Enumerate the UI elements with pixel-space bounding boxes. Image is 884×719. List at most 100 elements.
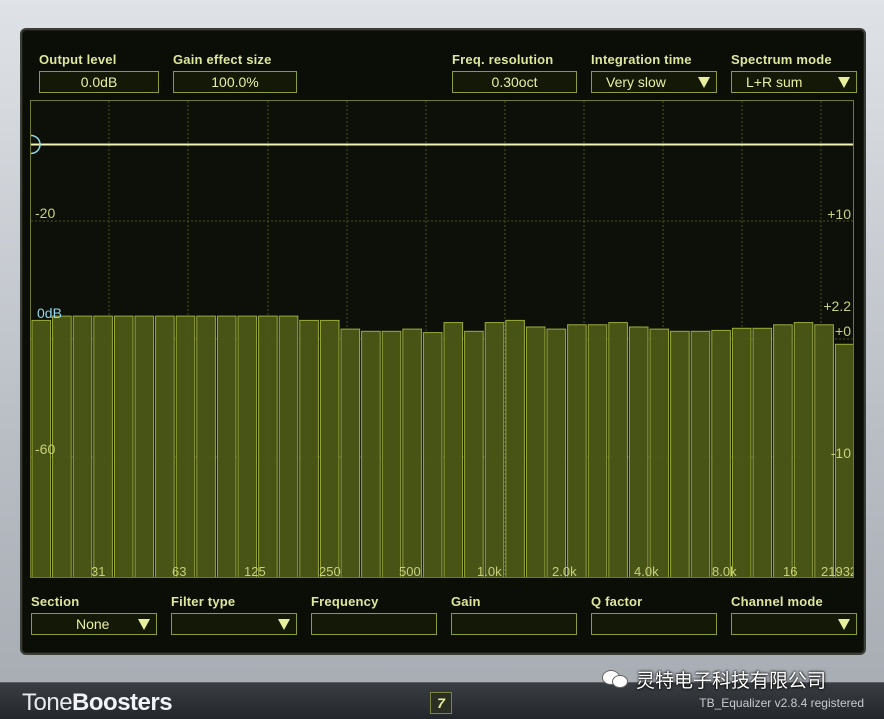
frequency-field[interactable] xyxy=(311,613,437,635)
watermark: 灵特电子科技有限公司 xyxy=(598,664,834,694)
freq-resolution-label: Freq. resolution xyxy=(452,52,554,67)
filter-type-control: Filter type xyxy=(171,594,297,636)
spectrum-bar xyxy=(525,326,546,577)
right-axis-label: -10 xyxy=(831,445,851,461)
spectrum-mode-value: L+R sum xyxy=(746,74,803,90)
chevron-down-icon xyxy=(838,76,850,88)
right-axis-label: +2.2 xyxy=(823,298,851,314)
logo-text-bold: Boosters xyxy=(72,689,173,716)
plugin-window: Output level 0.0dB Gain effect size 100.… xyxy=(0,0,884,719)
freq-resolution-field[interactable]: 0.30oct xyxy=(452,71,577,93)
output-level-control: Output level 0.0dB xyxy=(39,52,159,94)
spectrum-bar xyxy=(567,324,587,577)
section-value: None xyxy=(76,616,110,632)
spectrum-bar xyxy=(546,328,567,577)
spectrum-bar xyxy=(402,328,422,577)
chevron-down-icon xyxy=(698,76,710,88)
spectrum-bar xyxy=(752,327,773,577)
spectrum-bar xyxy=(505,319,525,577)
spectrum-bar xyxy=(608,322,628,577)
spectrum-bar xyxy=(319,319,340,577)
x-tick-label: 125 xyxy=(244,564,266,578)
spectrum-bar xyxy=(670,330,690,577)
gain-effect-size-label: Gain effect size xyxy=(173,52,272,67)
x-tick-label: 1.0k xyxy=(477,564,502,578)
gain-effect-size-control: Gain effect size 100.0% xyxy=(173,52,297,94)
chevron-down-icon xyxy=(138,618,150,630)
spectrum-bar xyxy=(52,315,72,577)
gain-field[interactable] xyxy=(451,613,577,635)
frequency-label: Frequency xyxy=(311,594,379,609)
x-tick-label: 16 xyxy=(783,564,797,578)
integration-time-label: Integration time xyxy=(591,52,692,67)
left-axis-label: -60 xyxy=(35,441,55,457)
spectrum-bar xyxy=(773,324,793,577)
q-factor-label: Q factor xyxy=(591,594,643,609)
spectrum-bar xyxy=(299,319,319,577)
spectrum-bar xyxy=(649,328,670,577)
channel-mode-dropdown[interactable] xyxy=(731,613,857,635)
gain-label: Gain xyxy=(451,594,481,609)
spectrum-mode-dropdown[interactable]: L+R sum xyxy=(731,71,857,93)
spectrum-display[interactable]: -20 0dB -60 +10 +2.2 +0 -10 31 63 125 250 500 1.0k 2.… xyxy=(30,100,854,578)
spectrum-bar xyxy=(464,330,484,577)
channel-mode-label: Channel mode xyxy=(731,594,823,609)
integration-time-value: Very slow xyxy=(606,74,666,90)
spectrum-bar xyxy=(340,328,361,577)
left-axis-label: 0dB xyxy=(37,305,62,321)
spectrum-bar xyxy=(134,315,155,577)
spectrum-bar xyxy=(258,315,278,577)
spectrum-bar xyxy=(216,315,237,577)
q-factor-field[interactable] xyxy=(591,613,717,635)
x-tick-label: 2.0k xyxy=(552,564,577,578)
spectrum-bar xyxy=(484,322,505,577)
section-label: Section xyxy=(31,594,80,609)
right-axis-label: +0 xyxy=(835,323,851,339)
version-badge[interactable]: 7 xyxy=(430,692,452,714)
chevron-down-icon xyxy=(278,618,290,630)
x-tick-label: 250 xyxy=(319,564,341,578)
filter-type-label: Filter type xyxy=(171,594,236,609)
section-dropdown[interactable]: None xyxy=(31,613,157,635)
spectrum-bar xyxy=(155,315,175,577)
chevron-down-icon xyxy=(838,618,850,630)
watermark-text: 灵特电子科技有限公司 xyxy=(636,669,827,692)
spectrum-bar xyxy=(113,315,134,577)
spectrum-bar xyxy=(587,324,608,577)
spectrum-bar xyxy=(361,330,381,577)
spectrum-bar xyxy=(237,315,258,577)
filter-type-dropdown[interactable] xyxy=(171,613,297,635)
spectrum-bar xyxy=(690,330,711,577)
right-axis-label: +10 xyxy=(827,206,851,222)
x-tick-label: 500 xyxy=(399,564,421,578)
frequency-control: Frequency xyxy=(311,594,437,636)
spectrum-mode-label: Spectrum mode xyxy=(731,52,832,67)
version-text: TB_Equalizer v2.8.4 registered xyxy=(699,696,864,710)
spectrum-bar xyxy=(422,332,443,577)
integration-time-dropdown[interactable]: Very slow xyxy=(591,71,717,93)
spectrum-bar xyxy=(443,322,464,577)
output-level-label: Output level xyxy=(39,52,117,67)
integration-time-control: Integration time Very slow xyxy=(591,52,717,94)
output-level-field[interactable]: 0.0dB xyxy=(39,71,159,93)
tonebooster-logo: ToneBoosters xyxy=(22,689,173,717)
spectrum-chart: -20 0dB -60 +10 +2.2 +0 -10 31 63 125 250 500 1.0k 2.… xyxy=(31,101,854,578)
x-tick-label: 63 xyxy=(172,564,186,578)
spectrum-bar xyxy=(834,343,853,577)
gain-effect-size-field[interactable]: 100.0% xyxy=(173,71,297,93)
section-control: Section None xyxy=(31,594,157,636)
left-axis-label: -20 xyxy=(35,205,55,221)
spectrum-bar xyxy=(628,326,649,577)
x-tick-label: 21932.8 xyxy=(821,564,854,578)
q-factor-control: Q factor xyxy=(591,594,717,636)
freq-resolution-control: Freq. resolution 0.30oct xyxy=(452,52,577,94)
x-tick-label: 31 xyxy=(91,564,105,578)
spectrum-bar xyxy=(196,315,216,577)
x-tick-label: 8.0k xyxy=(712,564,737,578)
spectrum-bar xyxy=(175,315,196,577)
spectrum-bar xyxy=(793,322,814,577)
channel-mode-control: Channel mode xyxy=(731,594,857,636)
gain-control: Gain xyxy=(451,594,577,636)
x-tick-label: 4.0k xyxy=(634,564,659,578)
spectrum-bar xyxy=(278,315,299,577)
